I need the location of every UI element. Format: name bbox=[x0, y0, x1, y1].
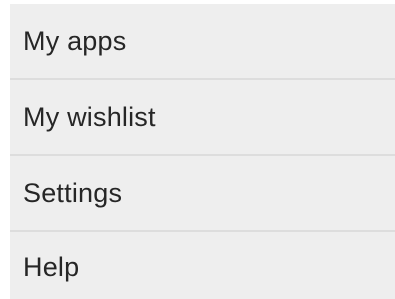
menu-item-help[interactable]: Help bbox=[10, 232, 395, 299]
menu-item-label: Settings bbox=[23, 177, 123, 208]
menu-item-my-apps[interactable]: My apps bbox=[10, 4, 395, 80]
menu-item-label: My wishlist bbox=[23, 101, 156, 132]
menu-item-my-wishlist[interactable]: My wishlist bbox=[10, 80, 395, 156]
menu-item-label: Help bbox=[23, 252, 80, 282]
menu-item-settings[interactable]: Settings bbox=[10, 156, 395, 232]
navigation-menu: My apps My wishlist Settings Help bbox=[10, 4, 395, 299]
menu-item-label: My apps bbox=[23, 25, 127, 56]
